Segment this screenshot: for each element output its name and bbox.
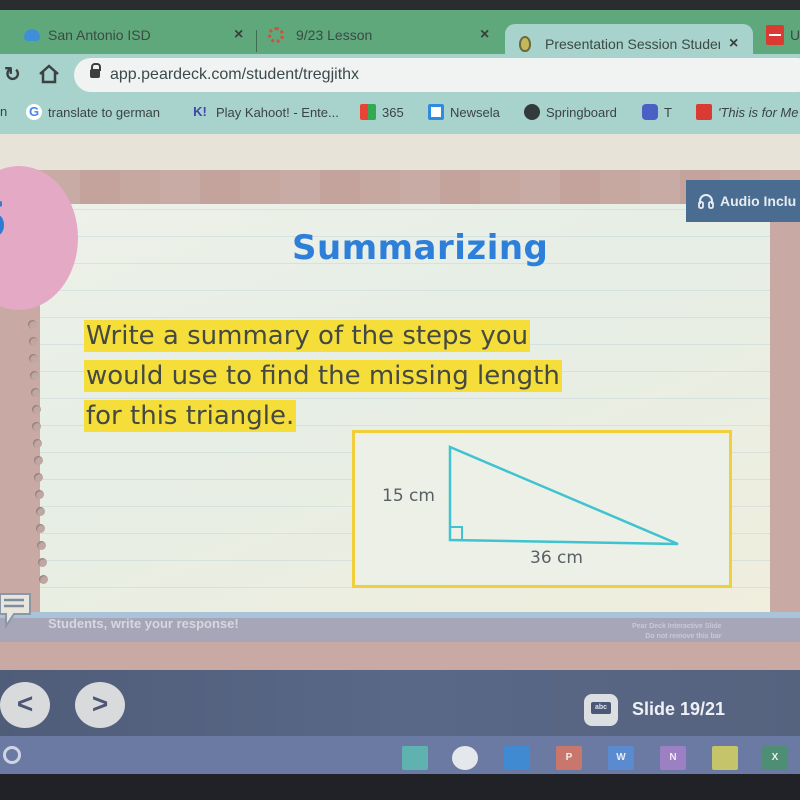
bookmark-translate[interactable]: Gtranslate to german	[26, 104, 160, 120]
notebook-hole	[30, 371, 40, 380]
text-response-icon: abc	[584, 694, 618, 726]
tab-san-antonio-isd[interactable]: San Antonio ISD ×	[0, 16, 255, 54]
prompt-line: Write a summary of the steps you	[84, 320, 531, 352]
notebook-hole	[31, 405, 41, 414]
close-icon[interactable]: ×	[234, 26, 243, 44]
tab-title: U	[790, 27, 800, 43]
bookmark-label: Springboard	[546, 104, 617, 120]
notebook-hole	[30, 388, 40, 397]
bookmark-label: translate to german	[48, 104, 161, 120]
tab-separator	[256, 30, 257, 52]
dotted-circle-icon	[268, 27, 284, 43]
notebook-hole	[32, 422, 42, 431]
powerpoint-app-icon[interactable]: P	[556, 746, 582, 770]
bookmark-kahoot[interactable]: K! Play Kahoot! - Ente...	[190, 104, 339, 120]
peardeck-note: Pear Deck Interactive Slide Do not remov…	[632, 622, 722, 642]
microsoft-icon	[360, 104, 376, 120]
headphones-icon	[698, 194, 714, 209]
peardeck-note-line: Pear Deck Interactive Slide	[632, 623, 722, 630]
notebook-hole	[35, 490, 44, 499]
notebook-hole	[38, 575, 48, 584]
bookmark-365[interactable]: 365	[360, 104, 404, 120]
launcher-icon[interactable]	[3, 746, 21, 764]
address-bar[interactable]: app.peardeck.com/student/tregjithx	[74, 58, 800, 92]
slide-title: Summarizing	[292, 228, 549, 268]
onenote-app-icon[interactable]: N	[660, 746, 686, 770]
close-icon[interactable]: ×	[729, 35, 738, 53]
notebook-hole	[28, 320, 37, 329]
tab-strip: San Antonio ISD × 9/23 Lesson × Presenta…	[0, 10, 800, 64]
tab-title: Presentation Session Studen	[545, 36, 720, 52]
tab-title: 9/23 Lesson	[296, 27, 373, 43]
chat-bubble-app-icon[interactable]	[452, 746, 478, 770]
response-banner-text: Students, write your response!	[48, 616, 239, 631]
bookmark-label: Play Kahoot! - Ente...	[216, 104, 339, 120]
notebook-hole	[34, 473, 44, 482]
kahoot-icon: K!	[193, 104, 207, 119]
notebook-hole	[32, 439, 42, 448]
word-app-icon[interactable]: W	[608, 746, 634, 770]
horizontal-leg-label: 36 cm	[530, 548, 583, 568]
bookmark-label: T	[664, 104, 672, 120]
bookmarks-bar: n Gtranslate to german K! Play Kahoot! - …	[0, 96, 800, 134]
prompt-line: would use to find the missing length	[84, 360, 562, 392]
audio-label: Audio Inclu	[720, 193, 797, 209]
wood-header-bar	[0, 170, 800, 204]
notebook-hole	[37, 558, 47, 567]
notebook-hole	[35, 507, 45, 516]
previous-slide-button[interactable]: <	[0, 682, 50, 728]
notebook-hole	[33, 456, 43, 465]
red-bookmark-icon	[696, 104, 712, 120]
notebook-hole	[28, 337, 38, 346]
screen-bezel-bottom	[0, 774, 800, 800]
bookmark-this-is-for-me[interactable]: 'This is for Me	[696, 104, 799, 120]
newsela-icon	[428, 104, 444, 120]
notebook-hole	[37, 541, 47, 550]
tab-title: San Antonio ISD	[48, 27, 151, 43]
excel-app-icon[interactable]: X	[762, 746, 788, 770]
abc-label: abc	[591, 702, 611, 714]
browser-toolbar: ↻ app.peardeck.com/student/tregjithx	[0, 54, 800, 96]
chrome-app-icon[interactable]	[402, 746, 428, 770]
page-header-strip	[0, 134, 800, 170]
google-icon: G	[26, 104, 42, 120]
bookmark-newsela[interactable]: Newsela	[428, 104, 500, 120]
notebook-holes	[28, 320, 48, 590]
notebook-hole	[36, 524, 46, 533]
classroom-app-icon[interactable]	[712, 746, 738, 770]
chat-lines-icon	[0, 593, 31, 630]
peardeck-note-line: Do not remove this bar	[645, 633, 722, 640]
bookmark-partial[interactable]: n	[0, 104, 7, 119]
onedrive-app-icon[interactable]	[504, 746, 530, 770]
close-icon[interactable]: ×	[480, 26, 489, 44]
tab-lesson[interactable]: 9/23 Lesson ×	[262, 16, 502, 54]
bookmark-label: 365	[382, 104, 404, 120]
url-text[interactable]: app.peardeck.com/student/tregjithx	[110, 66, 359, 84]
bookmark-teams[interactable]: T	[642, 104, 672, 120]
audio-included-button[interactable]: Audio Inclu	[686, 180, 800, 222]
tab-partial[interactable]: U	[758, 16, 800, 54]
prompt-text: Write a summary of the steps you would u…	[84, 316, 624, 436]
bookmark-springboard[interactable]: Springboard	[524, 104, 617, 120]
cloud-icon	[24, 29, 40, 41]
globe-icon	[524, 104, 540, 120]
lock-icon	[90, 63, 101, 78]
bookmark-label: Newsela	[450, 104, 500, 120]
teams-icon	[642, 104, 658, 120]
right-angle-marker	[449, 526, 463, 541]
slide-counter: Slide 19/21	[632, 699, 726, 719]
red-calendar-icon	[766, 25, 784, 45]
bookmark-label: 'This is for Me	[718, 104, 799, 120]
vertical-leg-label: 15 cm	[382, 486, 435, 506]
notebook-hole	[29, 354, 39, 363]
slide-number: ±5	[0, 190, 68, 250]
prompt-line: for this triangle.	[84, 400, 297, 432]
pear-icon	[519, 36, 531, 52]
bookmark-label: n	[0, 104, 8, 119]
next-slide-button[interactable]: >	[75, 682, 125, 728]
reload-icon[interactable]: ↻	[4, 62, 21, 87]
home-icon[interactable]	[38, 64, 60, 86]
triangle-shape	[448, 445, 679, 546]
